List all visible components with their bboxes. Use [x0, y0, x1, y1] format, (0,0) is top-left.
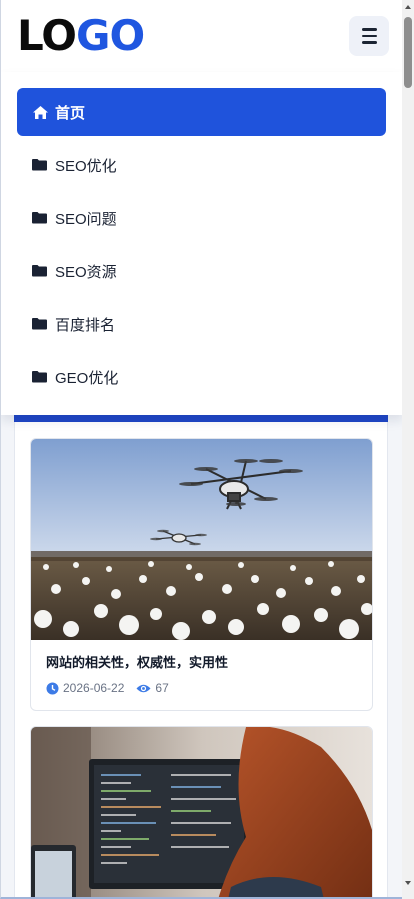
- folder-icon: [32, 264, 49, 279]
- logo-text-blue: GO: [75, 11, 145, 60]
- nav-item-home[interactable]: 首页: [17, 88, 386, 136]
- site-header: LO GO: [1, 0, 402, 72]
- page-frame: LO GO 首页 SEO优化 SEO问题 SEO资源 百度排名 GEO优化 网站…: [0, 0, 402, 899]
- page-scrollbar[interactable]: [402, 0, 414, 899]
- nav-item-geo-optimization[interactable]: GEO优化: [17, 353, 386, 401]
- hamburger-icon: [361, 28, 377, 31]
- scroll-down-arrow-icon[interactable]: [405, 881, 411, 885]
- folder-icon: [32, 317, 49, 332]
- article-date: 2026-06-22: [63, 681, 125, 695]
- folder-icon: [32, 158, 49, 173]
- article-views: 67: [155, 681, 169, 695]
- eye-icon: [136, 682, 151, 695]
- nav-item-seo-optimization[interactable]: SEO优化: [17, 141, 386, 189]
- nav-item-seo-issues[interactable]: SEO问题: [17, 194, 386, 242]
- article-thumbnail-drones-cotton: [31, 439, 372, 640]
- scrollbar-thumb[interactable]: [404, 17, 412, 88]
- nav-item-seo-resources[interactable]: SEO资源: [17, 247, 386, 295]
- nav-menu: 首页 SEO优化 SEO问题 SEO资源 百度排名 GEO优化: [1, 72, 402, 415]
- scroll-up-arrow-icon[interactable]: [405, 5, 411, 9]
- folder-icon: [32, 370, 49, 385]
- nav-item-label: GEO优化: [55, 369, 119, 387]
- home-icon: [32, 105, 49, 120]
- menu-toggle-button[interactable]: [349, 16, 389, 56]
- nav-item-label: 百度排名: [55, 316, 116, 334]
- article-meta: 2026-06-22 67: [46, 680, 169, 696]
- nav-item-label: SEO优化: [55, 157, 117, 175]
- nav-item-label: SEO资源: [55, 263, 117, 281]
- folder-icon: [32, 211, 49, 226]
- nav-item-label: 首页: [55, 104, 86, 122]
- nav-item-baidu-ranking[interactable]: 百度排名: [17, 300, 386, 348]
- article-thumbnail-coding: [31, 727, 372, 897]
- logo-text-dark: LO: [17, 11, 77, 60]
- article-title[interactable]: 网站的相关性，权威性，实用性: [46, 652, 228, 671]
- clock-icon: [46, 682, 59, 695]
- nav-item-label: SEO问题: [55, 210, 117, 228]
- section-accent-bar: [14, 415, 388, 422]
- article-card[interactable]: 网站的相关性，权威性，实用性 2026-06-22 67: [30, 438, 373, 711]
- article-card[interactable]: [30, 726, 373, 897]
- site-logo[interactable]: LO GO: [17, 11, 145, 60]
